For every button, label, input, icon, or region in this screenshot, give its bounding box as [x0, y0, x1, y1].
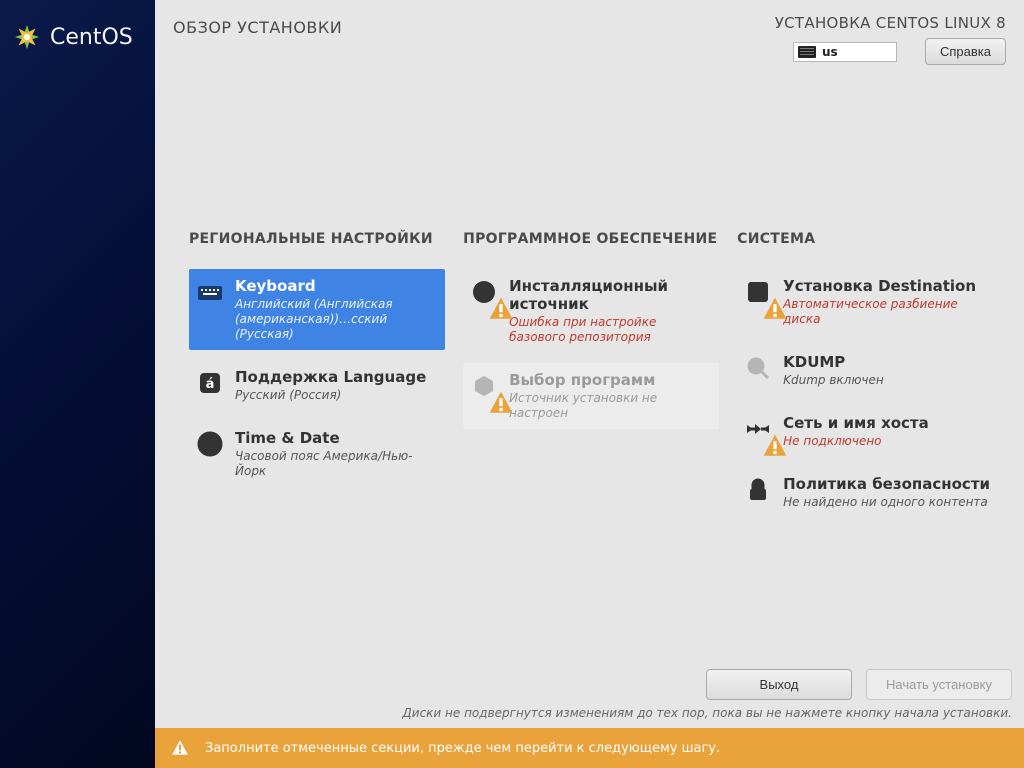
keyboard-icon	[798, 46, 816, 58]
quit-button[interactable]: Выход	[706, 669, 852, 700]
footer-disclaimer: Диски не подвергнутся изменениям до тех …	[167, 706, 1012, 720]
package-spoke-icon	[469, 371, 499, 401]
centos-logo-icon	[12, 22, 42, 52]
install-title: УСТАНОВКА CENTOS LINUX 8	[775, 14, 1006, 32]
disk-spoke-icon	[743, 277, 773, 307]
spoke-network-title: Сеть и имя хоста	[783, 414, 929, 432]
spoke-network-sub: Не подключено	[783, 434, 929, 449]
spoke-source-sub: Ошибка при настройке базового репозитори…	[509, 315, 709, 345]
spoke-time[interactable]: Time & Date Часовой пояс Америка/Нью-Йор…	[189, 421, 445, 487]
keyboard-layout-indicator[interactable]: us	[793, 42, 897, 62]
spoke-destination-title: Установка Destination	[783, 277, 996, 295]
spoke-language-title: Поддержка Language	[235, 368, 426, 386]
sidebar: CentOS	[0, 0, 155, 768]
software-heading: ПРОГРАММНОЕ ОБЕСПЕЧЕНИЕ	[463, 231, 719, 247]
language-spoke-icon: á	[195, 368, 225, 398]
spoke-language[interactable]: á Поддержка Language Русский (Россия)	[189, 360, 445, 411]
spoke-destination-sub: Автоматическое разбиение диска	[783, 297, 996, 327]
warning-bar: Заполните отмеченные секции, прежде чем …	[155, 728, 1024, 768]
spoke-destination[interactable]: Установка Destination Автоматическое раз…	[737, 269, 1006, 335]
warning-icon	[488, 296, 503, 311]
brand-text: CentOS	[50, 25, 133, 50]
spoke-security-sub: Не найдено ни одного контента	[783, 495, 990, 510]
spoke-source[interactable]: Инсталляционный источник Ошибка при наст…	[463, 269, 719, 353]
page-title: ОБЗОР УСТАНОВКИ	[173, 14, 342, 37]
spoke-security-title: Политика безопасности	[783, 475, 990, 493]
spoke-selection-title: Выбор программ	[509, 371, 709, 389]
spoke-keyboard-title: Keyboard	[235, 277, 435, 295]
warning-bar-text: Заполните отмеченные секции, прежде чем …	[205, 741, 720, 756]
spoke-source-title: Инсталляционный источник	[509, 277, 709, 313]
clock-spoke-icon	[195, 429, 225, 459]
brand-logo: CentOS	[0, 0, 155, 74]
warning-icon	[488, 390, 503, 405]
disc-spoke-icon	[469, 277, 499, 307]
warning-icon	[762, 433, 777, 448]
spoke-selection-sub: Источник установки не настроен	[509, 391, 709, 421]
keyboard-layout-text: us	[822, 45, 838, 59]
spoke-kdump-title: KDUMP	[783, 353, 884, 371]
spoke-time-sub: Часовой пояс Америка/Нью-Йорк	[235, 449, 435, 479]
lock-spoke-icon	[743, 475, 773, 505]
warning-icon	[762, 296, 777, 311]
spoke-language-sub: Русский (Россия)	[235, 388, 426, 403]
spoke-keyboard-sub: Английский (Английская (американская))…с…	[235, 297, 435, 342]
regional-heading: РЕГИОНАЛЬНЫЕ НАСТРОЙКИ	[189, 231, 445, 247]
spoke-time-title: Time & Date	[235, 429, 435, 447]
spoke-selection[interactable]: Выбор программ Источник установки не нас…	[463, 363, 719, 429]
spoke-keyboard[interactable]: Keyboard Английский (Английская (америка…	[189, 269, 445, 350]
begin-install-button[interactable]: Начать установку	[866, 669, 1012, 700]
spoke-security[interactable]: Политика безопасности Не найдено ни одно…	[737, 467, 1006, 518]
spoke-kdump[interactable]: KDUMP Kdump включен	[737, 345, 1006, 396]
warning-bar-icon	[171, 739, 189, 757]
svg-text:á: á	[206, 377, 215, 392]
spoke-kdump-sub: Kdump включен	[783, 373, 884, 388]
keyboard-spoke-icon	[195, 277, 225, 307]
kdump-spoke-icon	[743, 353, 773, 383]
help-button[interactable]: Справка	[925, 38, 1006, 65]
spoke-network[interactable]: Сеть и имя хоста Не подключено	[737, 406, 1006, 457]
network-spoke-icon	[743, 414, 773, 444]
system-heading: СИСТЕМА	[737, 231, 1006, 247]
